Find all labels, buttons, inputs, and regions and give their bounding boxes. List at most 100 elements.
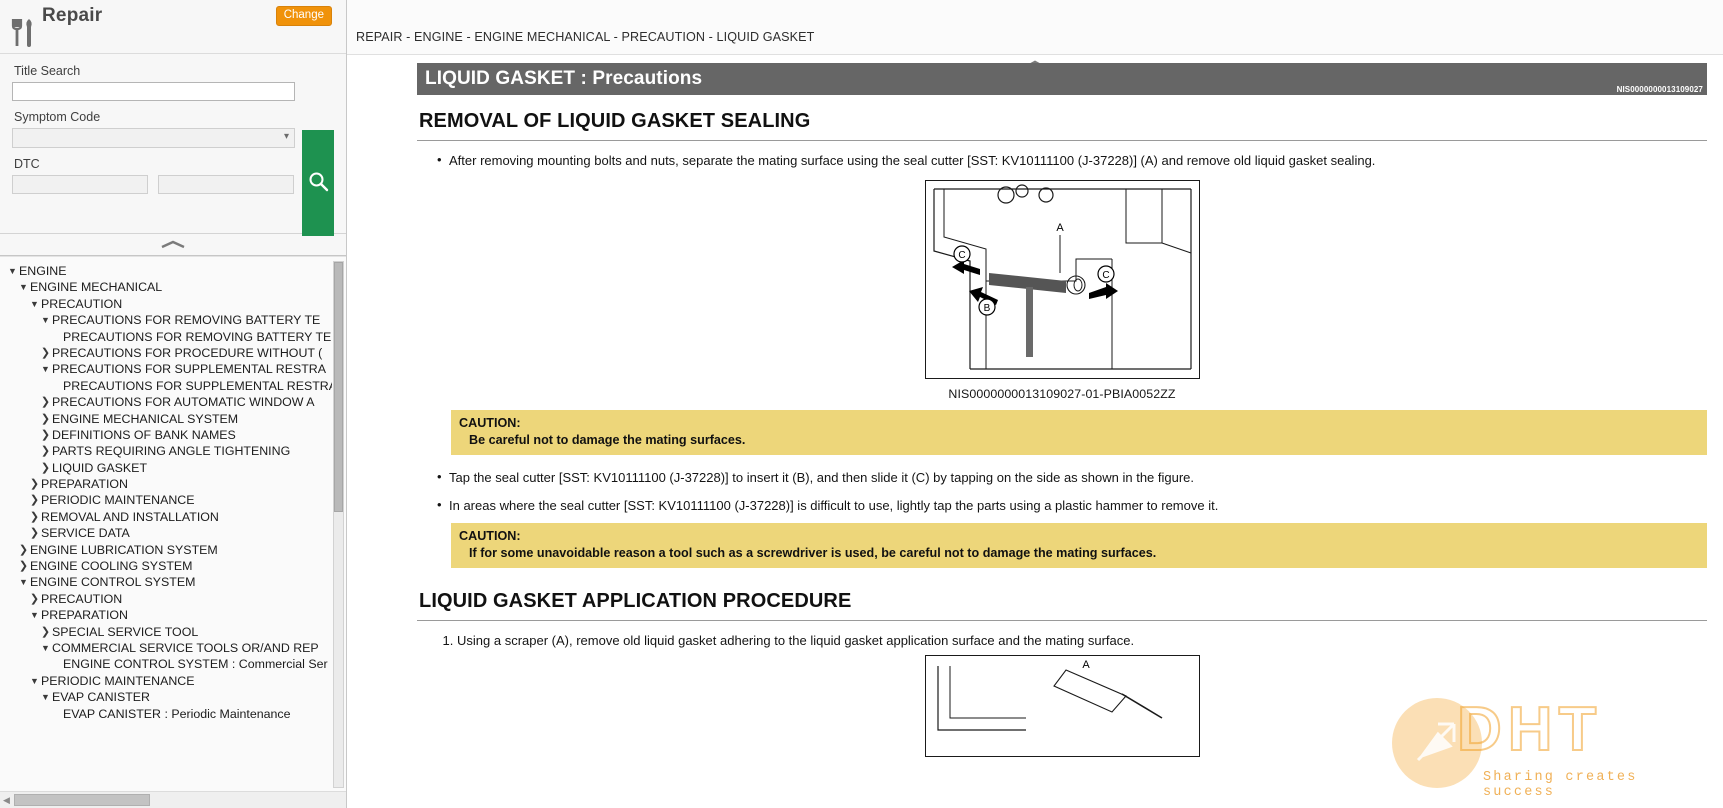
tree-item[interactable]: ❯ ENGINE MECHANICAL SYSTEM [0, 411, 332, 427]
tree-item[interactable]: PRECAUTIONS FOR SUPPLEMENTAL RESTRAI [0, 378, 332, 394]
tree-item[interactable]: ▼ ENGINE CONTROL SYSTEM [0, 574, 332, 590]
navigation-tree-panel: ▼ ENGINE ▼ ENGINE MECHANICAL ▼ PRECAUTION ▼ PRE… [0, 256, 346, 808]
breadcrumb-bar: REPAIR - ENGINE - ENGINE MECHANICAL - PR… [347, 0, 1723, 55]
chevron-right-icon[interactable]: ❯ [28, 525, 41, 541]
chevron-right-icon[interactable]: ❯ [39, 460, 52, 476]
sidebar-collapse-toggle[interactable] [0, 234, 346, 256]
tree-item-label: PERIODIC MAINTENANCE [41, 493, 195, 508]
tree-item[interactable]: ▼ PRECAUTIONS FOR SUPPLEMENTAL RESTRA [0, 361, 332, 377]
chevron-right-icon[interactable]: ❯ [17, 558, 30, 574]
tree-item[interactable]: ❯ ENGINE LUBRICATION SYSTEM [0, 542, 332, 558]
triangle-down-icon[interactable]: ▼ [39, 640, 52, 656]
tree-item[interactable]: ❯ LIQUID GASKET [0, 460, 332, 476]
dtc-field-1[interactable] [12, 175, 148, 194]
chevron-right-icon[interactable]: ❯ [39, 427, 52, 443]
tree-item-label: PARTS REQUIRING ANGLE TIGHTENING [52, 444, 291, 459]
tree-item-label: SPECIAL SERVICE TOOL [52, 624, 199, 639]
tree-item[interactable]: EVAP CANISTER : Periodic Maintenance [0, 706, 332, 722]
tree-horizontal-scroll-thumb[interactable] [14, 794, 150, 806]
tree-item[interactable]: ENGINE CONTROL SYSTEM : Commercial Ser [0, 656, 332, 672]
chevron-right-icon[interactable]: ❯ [17, 542, 30, 558]
chevron-right-icon[interactable]: ❯ [39, 345, 52, 361]
list-item: In areas where the seal cutter [SST: KV1… [417, 496, 1707, 514]
tree-vertical-scroll-thumb[interactable] [334, 262, 343, 512]
triangle-down-icon[interactable]: ▼ [39, 689, 52, 705]
tree-item[interactable]: ▼ PREPARATION [0, 607, 332, 623]
chevron-right-icon[interactable]: ❯ [28, 509, 41, 525]
tree-item-label: PERIODIC MAINTENANCE [41, 673, 195, 688]
tree-item[interactable]: ❯ PRECAUTION [0, 591, 332, 607]
search-button[interactable] [302, 130, 334, 236]
dtc-label: DTC [14, 157, 40, 171]
caution-heading: CAUTION: [459, 529, 521, 543]
page-title: Repair [42, 5, 103, 26]
tree-item[interactable]: ❯ PERIODIC MAINTENANCE [0, 492, 332, 508]
tree-item[interactable]: ❯ SPECIAL SERVICE TOOL [0, 624, 332, 640]
tree-item[interactable]: ❯ PARTS REQUIRING ANGLE TIGHTENING [0, 443, 332, 459]
chevron-right-icon[interactable]: ❯ [39, 394, 52, 410]
tree-item[interactable]: ❯ PREPARATION [0, 476, 332, 492]
change-button[interactable]: Change [275, 6, 332, 26]
caution-box-1: CAUTION: Be careful not to damage the ma… [451, 410, 1707, 455]
title-search-input[interactable] [12, 82, 295, 101]
tree-item-label: PRECAUTIONS FOR PROCEDURE WITHOUT ( [52, 345, 323, 360]
tree-item[interactable]: ▼ ENGINE MECHANICAL [0, 279, 332, 295]
chevron-right-icon[interactable]: ❯ [28, 591, 41, 607]
triangle-down-icon[interactable]: ▼ [6, 263, 19, 279]
chevron-up-icon [160, 236, 186, 254]
list-item: Tap the seal cutter [SST: KV10111100 (J-… [417, 468, 1707, 486]
tree-item-label: PRECAUTIONS FOR AUTOMATIC WINDOW A [52, 395, 315, 410]
tree-item[interactable]: ❯ REMOVAL AND INSTALLATION [0, 509, 332, 525]
chevron-right-icon[interactable]: ❯ [28, 492, 41, 508]
triangle-down-icon[interactable]: ▼ [28, 673, 41, 689]
divider [417, 620, 1707, 621]
scroll-left-arrow-icon[interactable]: ◀ [0, 795, 13, 806]
tree-item-label: PRECAUTION [41, 296, 123, 311]
tree-item[interactable]: ❯ PRECAUTIONS FOR PROCEDURE WITHOUT ( [0, 345, 332, 361]
chevron-right-icon[interactable]: ❯ [39, 411, 52, 427]
triangle-down-icon[interactable]: ▼ [39, 361, 52, 377]
chevron-right-icon[interactable]: ❯ [39, 624, 52, 640]
tree-item[interactable]: PRECAUTIONS FOR REMOVING BATTERY TER [0, 329, 332, 345]
main-content: REPAIR - ENGINE - ENGINE MECHANICAL - PR… [347, 0, 1723, 808]
dtc-field-2[interactable] [158, 175, 294, 194]
triangle-down-icon[interactable]: ▼ [28, 607, 41, 623]
figure-seal-cutter: C B C A NIS0000000013109027-01-PBIA0052Z… [417, 180, 1707, 401]
tree-item-label: PRECAUTION [41, 591, 123, 606]
document-title-bar: LIQUID GASKET : Precautions NIS000000001… [417, 63, 1707, 95]
tree-item-label: ENGINE MECHANICAL SYSTEM [52, 411, 239, 426]
tree-item[interactable]: ❯ ENGINE COOLING SYSTEM [0, 558, 332, 574]
tree-item[interactable]: ▼ PERIODIC MAINTENANCE [0, 673, 332, 689]
svg-text:A: A [1082, 659, 1090, 671]
triangle-down-icon[interactable]: ▼ [28, 296, 41, 312]
chevron-right-icon[interactable]: ❯ [39, 443, 52, 459]
chevron-down-icon: ▾ [283, 131, 289, 142]
svg-text:B: B [983, 303, 990, 314]
tree-item[interactable]: ▼ PRECAUTION [0, 296, 332, 312]
tree-item-label: ENGINE CONTROL SYSTEM : Commercial Ser [63, 657, 328, 672]
tree-horizontal-scrollbar[interactable]: ◀ [0, 791, 346, 808]
tree-item[interactable]: ▼ EVAP CANISTER [0, 689, 332, 705]
removal-bullet-list-2: Tap the seal cutter [SST: KV10111100 (J-… [417, 468, 1707, 514]
tree-item[interactable]: ▼ COMMERCIAL SERVICE TOOLS OR/AND REP [0, 640, 332, 656]
tree-item[interactable]: ❯ PRECAUTIONS FOR AUTOMATIC WINDOW A [0, 394, 332, 410]
triangle-down-icon[interactable]: ▼ [39, 312, 52, 328]
figure-image: A [924, 655, 1200, 757]
figure-scraper: A [417, 655, 1707, 761]
tree-item[interactable]: ❯ SERVICE DATA [0, 525, 332, 541]
triangle-down-icon[interactable]: ▼ [17, 574, 30, 590]
tree-item[interactable]: ▼ PRECAUTIONS FOR REMOVING BATTERY TE [0, 312, 332, 328]
tree-item[interactable]: ▼ ENGINE [0, 263, 332, 279]
triangle-down-icon[interactable]: ▼ [17, 279, 30, 295]
breadcrumb[interactable]: REPAIR - ENGINE - ENGINE MECHANICAL - PR… [356, 30, 814, 44]
search-panel: Title Search Symptom Code ▾ DTC [0, 54, 346, 236]
tree-item-label: ENGINE CONTROL SYSTEM [30, 575, 196, 590]
tree-item[interactable]: ❯ DEFINITIONS OF BANK NAMES [0, 427, 332, 443]
tree-vertical-scrollbar[interactable] [333, 261, 344, 788]
symptom-code-select[interactable]: ▾ [12, 128, 295, 148]
chevron-right-icon[interactable]: ❯ [28, 476, 41, 492]
